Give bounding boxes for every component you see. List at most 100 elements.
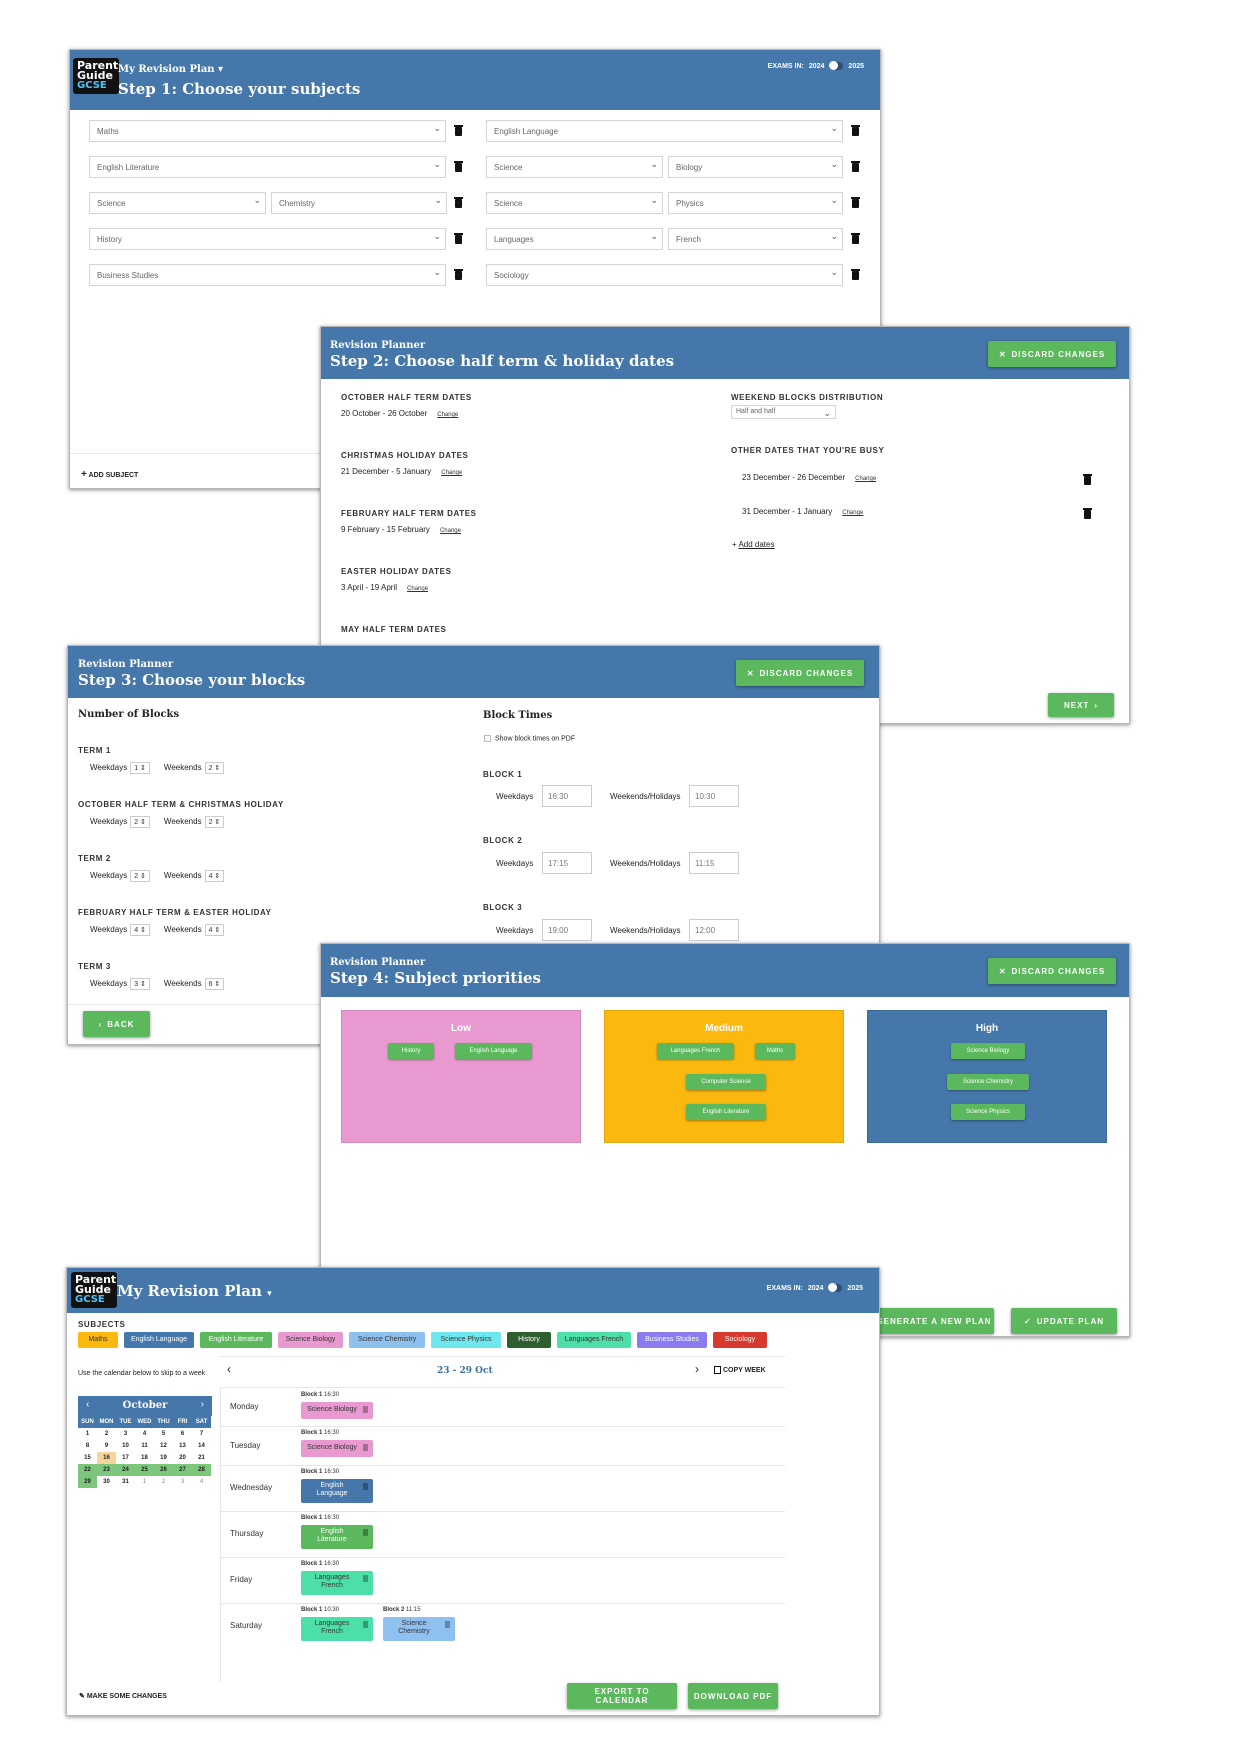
delete-icon[interactable] [363, 1529, 368, 1536]
calendar-day[interactable]: 26 [154, 1464, 173, 1476]
calendar-day[interactable]: 28 [192, 1464, 211, 1476]
subject-chip[interactable]: Computer Science [686, 1074, 766, 1090]
download-pdf-button[interactable]: DOWNLOAD PDF [688, 1683, 778, 1709]
calendar-day[interactable]: 29 [78, 1476, 97, 1488]
next-week-icon[interactable]: › [695, 1362, 699, 1376]
subject-select-french[interactable]: French [668, 228, 843, 250]
subject-legend-chip[interactable]: Languages French [557, 1332, 631, 1348]
show-pdf-checkbox-row[interactable]: Show block times on PDF [484, 735, 575, 742]
change-link[interactable]: Change [437, 412, 458, 418]
subject-select-history[interactable]: History [89, 228, 446, 250]
subject-select-science[interactable]: Science [486, 156, 663, 178]
weekday-time-input[interactable]: 16:30 [542, 785, 592, 807]
weekday-time-input[interactable]: 19:00 [542, 919, 592, 941]
delete-icon[interactable] [445, 1621, 450, 1628]
priority-low-column[interactable]: Low History English Language [341, 1010, 581, 1143]
calendar-day[interactable]: 30 [97, 1476, 116, 1488]
revision-block[interactable]: Languages French [301, 1617, 373, 1641]
calendar-day[interactable]: 10 [116, 1440, 135, 1452]
calendar-day[interactable]: 13 [173, 1440, 192, 1452]
subject-select-physics[interactable]: Physics [668, 192, 843, 214]
export-calendar-button[interactable]: EXPORT TO CALENDAR [567, 1683, 677, 1709]
change-link[interactable]: Change [407, 586, 428, 592]
calendar-day[interactable]: 17 [116, 1452, 135, 1464]
delete-icon[interactable] [363, 1575, 368, 1582]
subject-legend-chip[interactable]: Sociology [713, 1332, 767, 1348]
weekday-stepper[interactable]: 1 ⇕ [130, 762, 150, 774]
subject-chip[interactable]: Science Physics [951, 1104, 1025, 1120]
priority-medium-column[interactable]: Medium Languages French Maths Computer S… [604, 1010, 844, 1143]
subject-select-biology[interactable]: Biology [668, 156, 843, 178]
weekday-stepper[interactable]: 4 ⇕ [130, 924, 150, 936]
weekend-time-input[interactable]: 11:15 [689, 852, 739, 874]
subject-select-english-literature[interactable]: English Literature [89, 156, 446, 178]
subject-select-sociology[interactable]: Sociology [486, 264, 843, 286]
priority-high-column[interactable]: High Science Biology Science Chemistry S… [867, 1010, 1107, 1143]
calendar-day[interactable]: 3 [116, 1428, 135, 1440]
subject-chip[interactable]: Maths [755, 1043, 795, 1059]
subject-chip[interactable]: English Literature [686, 1104, 766, 1120]
subject-legend-chip[interactable]: English Language [124, 1332, 194, 1348]
weekday-stepper[interactable]: 2 ⇕ [130, 816, 150, 828]
make-changes-link[interactable]: ✎ MAKE SOME CHANGES [79, 1692, 167, 1700]
calendar-day[interactable]: 5 [154, 1428, 173, 1440]
subject-legend-chip[interactable]: Science Physics [431, 1332, 501, 1348]
subject-legend-chip[interactable]: Science Biology [278, 1332, 343, 1348]
change-link[interactable]: Change [855, 476, 876, 482]
change-link[interactable]: Change [440, 528, 461, 534]
revision-block[interactable]: English Language [301, 1479, 373, 1503]
add-dates-link[interactable]: + Add dates [732, 540, 774, 549]
subject-chip[interactable]: Science Biology [951, 1043, 1025, 1059]
calendar-day[interactable]: 14 [192, 1440, 211, 1452]
weekend-stepper[interactable]: 2 ⇕ [204, 816, 225, 828]
revision-block[interactable]: English Literature [301, 1525, 373, 1549]
exam-year-toggle[interactable]: EXAMS IN: 2024 2025 [768, 61, 864, 70]
discard-changes-button[interactable]: ✕ DISCARD CHANGES [736, 660, 864, 686]
calendar-day[interactable]: 27 [173, 1464, 192, 1476]
change-link[interactable]: Change [842, 510, 863, 516]
calendar-day[interactable]: 7 [192, 1428, 211, 1440]
calendar-day[interactable]: 8 [78, 1440, 97, 1452]
add-subject-button[interactable]: + ADD SUBJECT [81, 469, 138, 480]
plan-menu[interactable]: My Revision Plan ▾ [117, 1282, 272, 1300]
delete-icon[interactable] [363, 1483, 368, 1490]
calendar-day[interactable]: 22 [78, 1464, 97, 1476]
calendar-day[interactable]: 4 [192, 1476, 211, 1488]
subject-select-english-language[interactable]: English Language [486, 120, 843, 142]
weekend-stepper[interactable]: 6 ⇕ [204, 978, 225, 990]
discard-changes-button[interactable]: ✕ DISCARD CHANGES [988, 958, 1116, 984]
calendar-day[interactable]: 3 [173, 1476, 192, 1488]
calendar-day[interactable]: 21 [192, 1452, 211, 1464]
subject-select-chemistry[interactable]: Chemistry [271, 192, 447, 214]
weekend-distribution-select[interactable]: Half and half [731, 405, 836, 419]
revision-block[interactable]: Science Chemistry [383, 1617, 455, 1641]
calendar-day[interactable]: 15 [78, 1452, 97, 1464]
subject-legend-chip[interactable]: History [507, 1332, 551, 1348]
delete-icon[interactable] [1083, 508, 1092, 519]
weekend-stepper[interactable]: 2 ⇕ [204, 762, 225, 774]
delete-icon[interactable] [454, 233, 463, 244]
subject-select-languages[interactable]: Languages [486, 228, 663, 250]
calendar-day[interactable]: 31 [116, 1476, 135, 1488]
calendar-day[interactable]: 12 [154, 1440, 173, 1452]
subject-chip[interactable]: Science Chemistry [947, 1074, 1029, 1090]
subject-select-science[interactable]: Science [486, 192, 663, 214]
delete-icon[interactable] [851, 233, 860, 244]
next-button[interactable]: NEXT › [1048, 693, 1114, 717]
calendar-day[interactable]: 25 [135, 1464, 154, 1476]
weekday-time-input[interactable]: 17:15 [542, 852, 592, 874]
plan-menu[interactable]: My Revision Plan ▾ [118, 64, 223, 75]
subject-legend-chip[interactable]: Maths [78, 1332, 118, 1348]
subject-select-maths[interactable]: Maths [89, 120, 446, 142]
calendar-day[interactable]: 2 [154, 1476, 173, 1488]
subject-legend-chip[interactable]: Business Studies [637, 1332, 707, 1348]
delete-icon[interactable] [851, 197, 860, 208]
weekday-stepper[interactable]: 2 ⇕ [130, 870, 150, 882]
calendar-day[interactable]: 18 [135, 1452, 154, 1464]
subject-chip[interactable]: Languages French [657, 1043, 734, 1059]
subject-select-science[interactable]: Science [89, 192, 266, 214]
discard-changes-button[interactable]: ✕ DISCARD CHANGES [988, 341, 1116, 367]
subject-legend-chip[interactable]: Science Chemistry [349, 1332, 425, 1348]
update-plan-button[interactable]: ✓ UPDATE PLAN [1011, 1308, 1117, 1334]
calendar-day[interactable]: 1 [135, 1476, 154, 1488]
